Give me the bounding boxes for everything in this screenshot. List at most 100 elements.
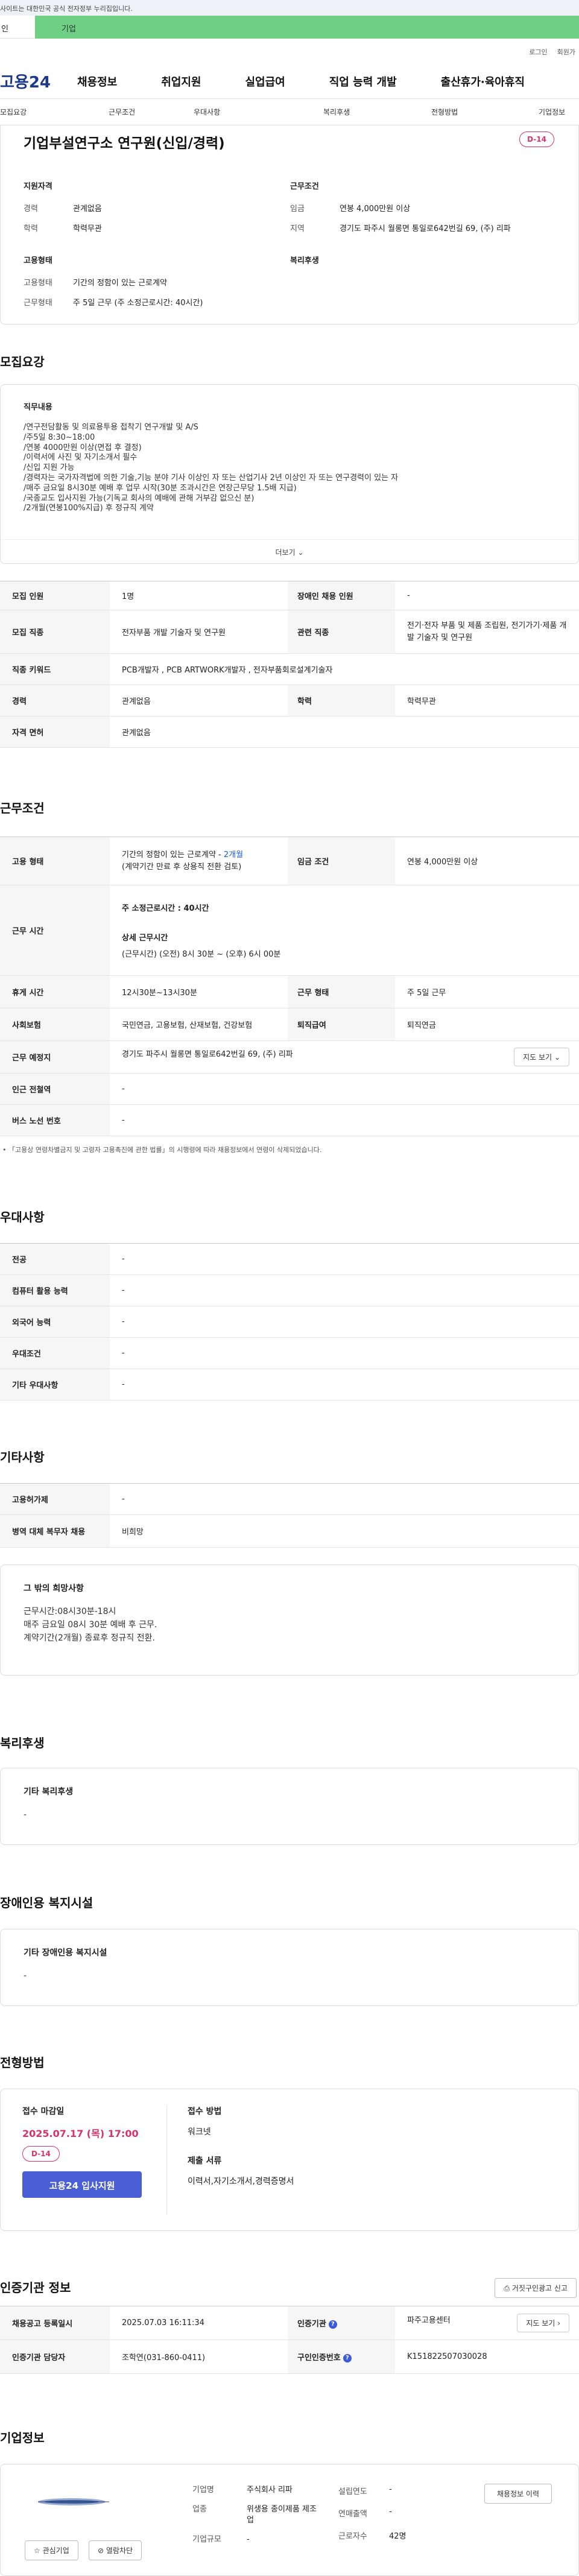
gnb-employment-support[interactable]: 취업지원: [161, 74, 201, 89]
size-value: -: [247, 2535, 250, 2544]
qualification-block: 지원자격 경력 관계없음 학력 학력무관 고용형태 고용형태 기간의 정함이 있는 근…: [24, 180, 290, 316]
tab-individual[interactable]: 인: [0, 16, 35, 39]
conditions-section-heading: 근무조건: [0, 801, 45, 815]
preference-heading: 우대사항: [0, 1210, 45, 1224]
site-tabs: 인 기업: [0, 16, 579, 39]
favorite-company-button[interactable]: ☆ 관심기업: [25, 2540, 78, 2560]
duty-line: /2개월(연봉100%지급) 후 정규직 계약: [24, 504, 154, 513]
emp-months: 2개월: [223, 850, 244, 859]
gnb-jobs[interactable]: 채용정보: [77, 74, 117, 89]
job-title: 기업부설연구소 연구원(신입/경력): [24, 136, 225, 151]
disabled-facility-card: 기타 장애인용 복지시설 -: [0, 1929, 579, 2006]
permit-value: -: [110, 1483, 579, 1515]
table-row: 모집 인원 1명 장애인 채용 인원 -: [0, 581, 579, 610]
wage-value: 연봉 4,000만원 이상: [340, 204, 411, 214]
map-button[interactable]: 지도 보기 ⌄: [514, 1048, 569, 1066]
military-value: 비희망: [110, 1514, 579, 1548]
disabled-count-value: -: [395, 581, 579, 610]
subnav-recruit[interactable]: 모집요강: [0, 107, 109, 117]
apply-button[interactable]: 고용24 입사지원: [22, 2171, 142, 2198]
tab-company[interactable]: 기업: [35, 16, 579, 39]
info-icon[interactable]: ?: [343, 2353, 352, 2362]
other-wish-line: 근무시간:08시30분-18시: [24, 1607, 116, 1616]
work-form-value: 주 5일 근무 (주 소정근로시간: 40시간): [73, 299, 203, 308]
related-job-label: 관련 직종: [288, 610, 395, 654]
star-icon: ☆: [34, 2546, 40, 2555]
subnav-welfare[interactable]: 복리후생: [323, 107, 431, 117]
table-row: 고용 형태 기간의 정함이 있는 근로계약 - 2개월 (계약기간 만료 후 상…: [0, 837, 579, 885]
reg-value: 2025.07.03 16:11:34: [110, 2306, 288, 2340]
subway-label: 인근 전철역: [0, 1073, 110, 1105]
site-logo[interactable]: 고용24: [0, 70, 77, 92]
info-icon[interactable]: ?: [328, 2320, 337, 2329]
preference-table: 전공 - 컴퓨터 활용 능력 - 외국어 능력 - 우대조건 - 기타 우대사항 -: [0, 1243, 579, 1400]
subnav-selection[interactable]: 전형방법: [431, 107, 539, 117]
disabled-facility-value: -: [24, 1971, 27, 1981]
age-note: • 「고용상 연령차별금지 및 고령자 고용촉진에 관한 법률」의 시행령에 따…: [2, 1146, 322, 1154]
gnb-job-skills[interactable]: 직업 능력 개발: [329, 74, 397, 89]
pref-label: 컴퓨터 활용 능력: [0, 1274, 110, 1306]
company-name-label: 기업명: [192, 2486, 214, 2495]
disabled-facility-heading: 장애인용 복지시설: [0, 1896, 93, 1910]
place-cell: 경기도 파주시 월롱면 통일로642번길 69, (주) 리파 지도 보기 ⌄: [110, 1040, 579, 1074]
insurance-value: 국민연금, 고용보험, 산재보험, 건강보험: [110, 1008, 288, 1041]
subnav-conditions[interactable]: 근무조건: [109, 107, 194, 117]
form-value: 주 5일 근무: [395, 975, 579, 1008]
job-value: 전자부품 개발 기술자 및 연구원: [110, 610, 288, 654]
welfare-value: -: [24, 1810, 27, 1820]
pref-value: -: [110, 1306, 579, 1338]
method-label: 접수 방법: [188, 2107, 222, 2116]
table-row: 컴퓨터 활용 능력 -: [0, 1274, 579, 1306]
subnav-preference[interactable]: 우대사항: [194, 107, 323, 117]
table-row: 자격 면허 관계없음: [0, 716, 579, 748]
job-summary-card: 기업부설연구소 연구원(신입/경력) D-14 지원자격 경력 관계없음 학력 학력…: [0, 125, 579, 324]
report-button[interactable]: ⎙ 거짓구인광고 신고: [495, 2278, 577, 2298]
career-label: 경력: [0, 685, 110, 717]
age-note-text: 「고용상 연령차별금지 및 고령자 고용촉진에 관한 법률」의 시행령에 따라 …: [8, 1146, 322, 1154]
more-label: 더보기: [275, 548, 296, 557]
job-history-button[interactable]: 채용정보 이력: [484, 2484, 552, 2504]
agency-map-button[interactable]: 지도 보기 ›: [517, 2314, 569, 2332]
cert-no-label-cell: 구인인증번호?: [288, 2340, 395, 2374]
emp-heading: 고용형태: [24, 256, 52, 265]
welfare-heading: 복리후생: [0, 1736, 45, 1750]
docs-label: 제출 서류: [188, 2156, 222, 2166]
table-row: 인근 전철역 -: [0, 1073, 579, 1105]
hours-total: 주 소정근로시간 : 40시간: [122, 904, 209, 913]
career-req-value: 관계없음: [110, 685, 288, 717]
block-label: 열람차단: [106, 2546, 133, 2555]
duty-line: /국종교도 입사지원 가능(기독교 회사의 예배에 관해 거부감 없으신 분): [24, 493, 255, 503]
manager-label: 인증기관 담당자: [0, 2340, 110, 2374]
pref-value: -: [110, 1369, 579, 1400]
form-label: 근무 형태: [288, 975, 395, 1008]
login-link[interactable]: 로그인: [529, 47, 547, 64]
deadline-value: 2025.07.17 (목) 17:00: [22, 2128, 139, 2139]
work-form-key: 근무형태: [24, 299, 52, 308]
report-button-label: 거짓구인광고 신고: [511, 2284, 568, 2293]
other-wish-line: 매주 금요일 08시 30분 예배 후 근무.: [24, 1620, 157, 1630]
pref-label: 외국어 능력: [0, 1306, 110, 1338]
selection-heading: 전형방법: [0, 2055, 45, 2070]
subnav-company[interactable]: 기업정보: [539, 107, 565, 117]
table-row: 직종 키워드 PCB개발자 , PCB ARTWORK개발자 , 전자부품회로설…: [0, 653, 579, 685]
agency-heading: 인증기관 정보: [0, 2280, 71, 2295]
disabled-count-label: 장애인 채용 인원: [288, 581, 395, 610]
subway-value: -: [110, 1073, 579, 1105]
gnb-parental-leave[interactable]: 출산휴가·육아휴직: [441, 74, 525, 89]
map-button-label: 지도 보기: [523, 1053, 552, 1062]
table-row: 우대조건 -: [0, 1337, 579, 1369]
cert-no-value: K151822507030028: [395, 2340, 579, 2374]
area-value: 경기도 파주시 월롱면 통일로642번길 69, (주) 리파: [340, 224, 511, 233]
table-row: 병역 대체 복무자 채용 비희망: [0, 1514, 579, 1548]
chevron-down-icon: ⌄: [554, 1053, 560, 1062]
sales-value: -: [389, 2507, 392, 2516]
gov-banner-text: 사이트는 대한민국 공식 전자정부 누리집입니다.: [0, 5, 133, 13]
join-link[interactable]: 회원가: [557, 47, 575, 64]
welfare-sub: 기타 복리후생: [24, 1787, 74, 1797]
size-label: 기업규모: [192, 2535, 221, 2544]
gnb-unemployment-benefit[interactable]: 실업급여: [245, 74, 285, 89]
emp-type-key: 고용형태: [24, 279, 52, 288]
place-label: 근무 예정지: [0, 1040, 110, 1074]
block-view-button[interactable]: ⊘ 열람차단: [89, 2540, 142, 2560]
more-button[interactable]: 더보기 ⌄: [1, 539, 578, 563]
